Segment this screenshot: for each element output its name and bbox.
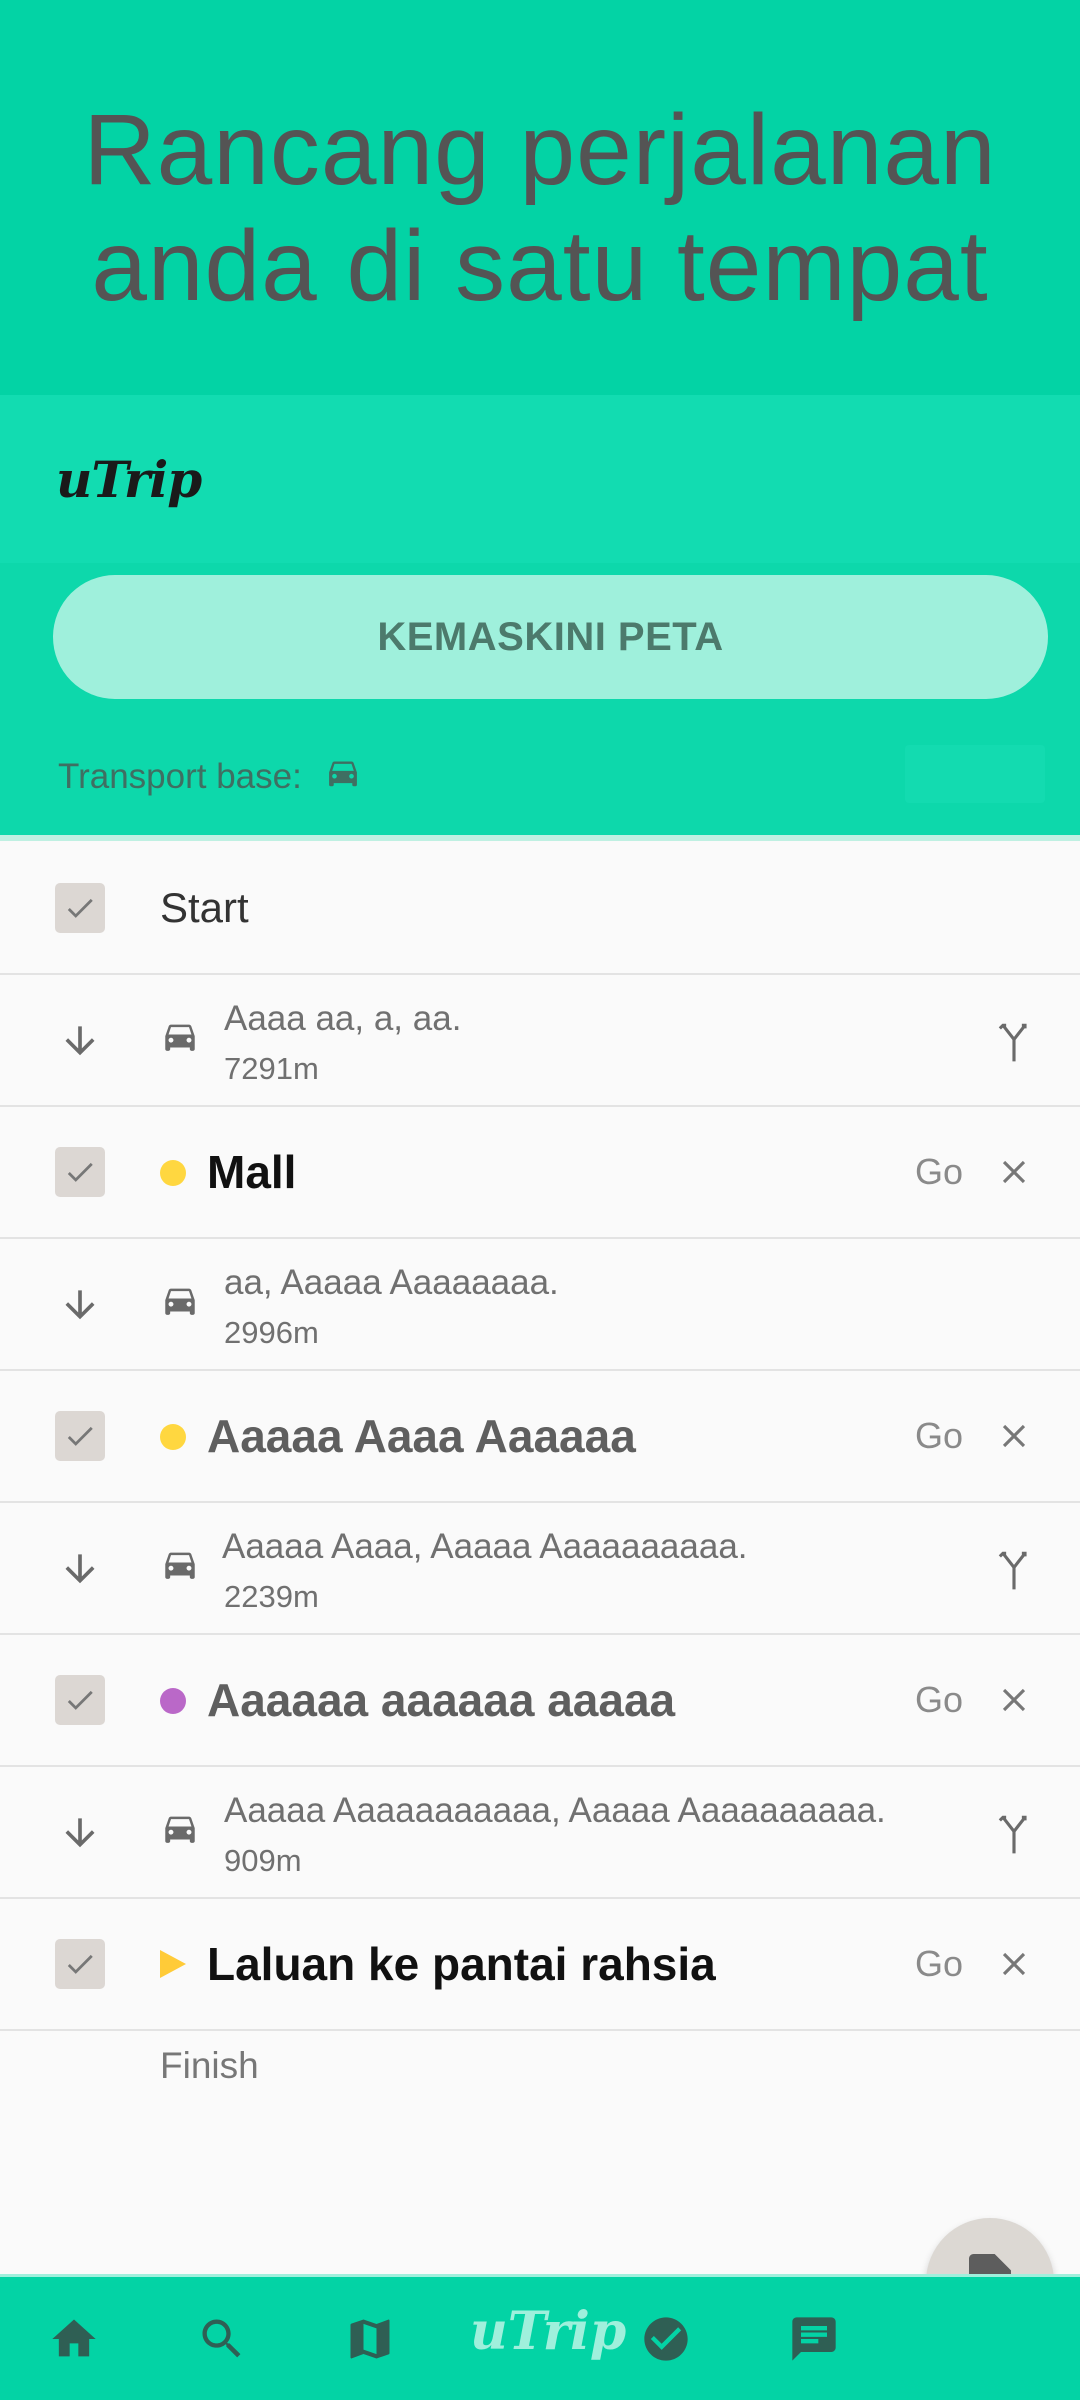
stop-checkbox[interactable]	[55, 1147, 105, 1197]
stop-row[interactable]: Aaaaaa aaaaaa aaaaa Go	[0, 1635, 1080, 1767]
car-icon	[165, 1024, 195, 1051]
stop-name: Laluan ke pantai rahsia	[207, 1938, 716, 1990]
close-icon[interactable]	[995, 1417, 1033, 1455]
segment-distance: 2996m	[224, 1315, 319, 1350]
stop-marker-dot	[160, 1424, 186, 1450]
stop-checkbox[interactable]	[55, 1939, 105, 1989]
bottom-navigation: uTrip	[0, 2274, 1080, 2400]
map-icon[interactable]	[344, 2313, 396, 2365]
stop-name: Aaaaa Aaaa Aaaaaa	[207, 1410, 636, 1462]
segment-route: aa, Aaaaa Aaaaaaaa.	[224, 1263, 559, 1302]
arrow-down-icon	[65, 1554, 95, 1584]
stop-row[interactable]: Mall Go	[0, 1107, 1080, 1239]
check-icon	[67, 1162, 93, 1182]
start-checkbox[interactable]	[55, 883, 105, 933]
stop-marker-triangle	[160, 1950, 186, 1978]
fork-icon[interactable]	[995, 1547, 1033, 1591]
fork-icon[interactable]	[995, 1019, 1033, 1063]
chat-icon[interactable]	[788, 2313, 840, 2365]
segment-distance: 7291m	[224, 1051, 319, 1086]
itinerary-list: Start Aaaa aa, a, aa. 7291m Mall Go aa, …	[0, 843, 1080, 2031]
transport-base[interactable]: Transport base:	[58, 747, 362, 807]
nav-logo[interactable]: uTrip	[470, 2301, 626, 2362]
search-icon[interactable]	[196, 2313, 248, 2365]
route-segment[interactable]: Aaaaa Aaaa, Aaaaa Aaaaaaaaaa. 2239m	[0, 1503, 1080, 1635]
check-icon	[67, 1954, 93, 1974]
home-icon[interactable]	[48, 2313, 100, 2365]
car-icon	[165, 1288, 195, 1315]
check-icon	[67, 1426, 93, 1446]
segment-distance: 909m	[224, 1843, 302, 1878]
fork-icon[interactable]	[995, 1811, 1033, 1855]
close-icon[interactable]	[995, 1945, 1033, 1983]
segment-distance: 2239m	[224, 1579, 319, 1614]
route-segment[interactable]: Aaaaa Aaaaaaaaaaa, Aaaaa Aaaaaaaaaa. 909…	[0, 1767, 1080, 1899]
arrow-down-icon	[65, 1026, 95, 1056]
app-logo: uTrip	[56, 450, 202, 509]
stop-marker-dot	[160, 1688, 186, 1714]
go-button[interactable]: Go	[915, 1371, 963, 1501]
car-icon	[328, 761, 357, 787]
close-icon[interactable]	[995, 1153, 1033, 1191]
segment-route: Aaaa aa, a, aa.	[224, 999, 462, 1038]
stop-name: Aaaaaa aaaaaa aaaaa	[207, 1674, 676, 1726]
route-segment[interactable]: aa, Aaaaa Aaaaaaaa. 2996m	[0, 1239, 1080, 1371]
close-icon[interactable]	[995, 1681, 1033, 1719]
finish-label: Finish	[160, 2045, 259, 2086]
go-button[interactable]: Go	[915, 1635, 963, 1765]
stop-checkbox[interactable]	[55, 1675, 105, 1725]
stop-name: Mall	[207, 1146, 297, 1198]
segment-route: Aaaaa Aaaa, Aaaaa Aaaaaaaaaa.	[222, 1527, 748, 1566]
route-segment[interactable]: Aaaa aa, a, aa. 7291m	[0, 975, 1080, 1107]
go-button[interactable]: Go	[915, 1899, 963, 2029]
start-row[interactable]: Start	[0, 843, 1080, 975]
arrow-down-icon	[65, 1290, 95, 1320]
stop-row[interactable]: Laluan ke pantai rahsia Go	[0, 1899, 1080, 2031]
check-circle-icon[interactable]	[640, 2313, 692, 2365]
check-icon	[67, 1690, 93, 1710]
stop-checkbox[interactable]	[55, 1411, 105, 1461]
transport-label: Transport base:	[58, 757, 302, 796]
hero-title: Rancang perjalanan anda di satu tempat	[83, 93, 997, 322]
stop-row[interactable]: Aaaaa Aaaa Aaaaaa Go	[0, 1371, 1080, 1503]
hero-banner: Rancang perjalanan anda di satu tempat	[0, 0, 1080, 395]
car-icon	[165, 1552, 195, 1579]
go-button[interactable]: Go	[915, 1107, 963, 1237]
trip-panel: uTrip KEMASKINI PETA Transport base:	[0, 395, 1080, 841]
car-icon	[165, 1816, 195, 1843]
arrow-down-icon	[65, 1818, 95, 1848]
update-map-button[interactable]: KEMASKINI PETA	[53, 575, 1048, 699]
check-icon	[67, 898, 93, 918]
start-label: Start	[160, 884, 249, 931]
stop-marker-dot	[160, 1160, 186, 1186]
segment-route: Aaaaa Aaaaaaaaaaa, Aaaaa Aaaaaaaaaa.	[224, 1791, 886, 1830]
